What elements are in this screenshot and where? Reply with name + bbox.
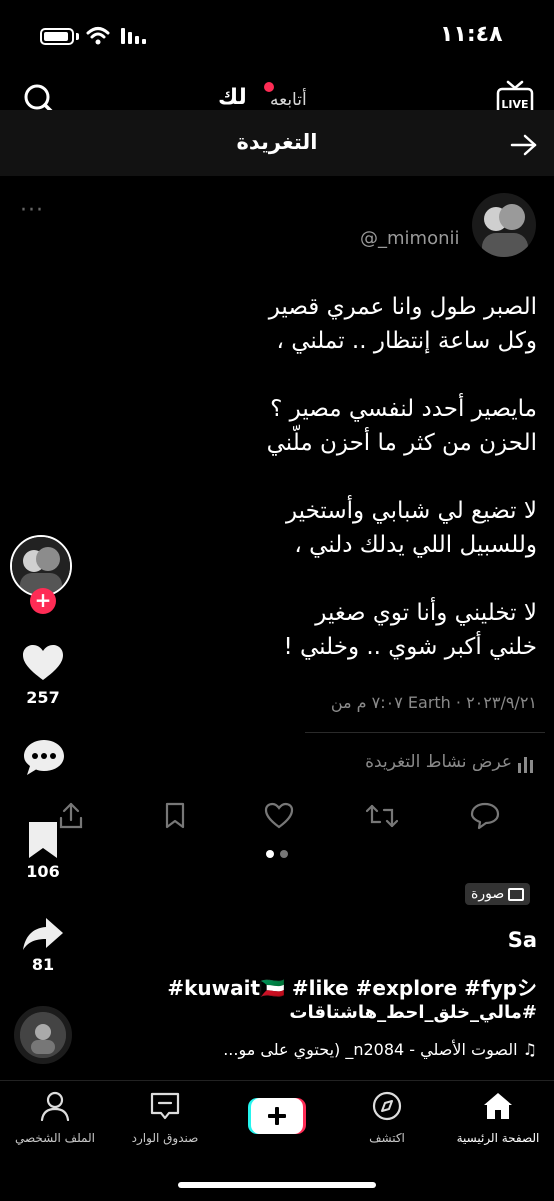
share-upload-icon[interactable] (58, 802, 84, 830)
tab-following[interactable]: أتابعه (270, 90, 307, 110)
hashtags-line-1[interactable]: #kuwait🇰🇼 #like #explore #fypシ (150, 972, 537, 1001)
inbox-icon (150, 1092, 180, 1120)
comment-icon[interactable] (22, 738, 66, 778)
tweet-text: الصبر طول وانا عمري قصير وكل ساعة إنتظار… (266, 294, 537, 660)
like-outline-icon[interactable] (264, 802, 294, 830)
home-indicator (178, 1182, 376, 1188)
favorite-bookmark-icon[interactable] (26, 820, 60, 860)
tab-inbox-label: صندوق الوارد (131, 1131, 199, 1145)
divider (305, 732, 545, 733)
follow-plus-icon[interactable]: + (30, 588, 56, 614)
signal-icon (121, 28, 146, 44)
post-author[interactable]: Sa (480, 928, 537, 952)
like-heart-icon[interactable] (22, 644, 64, 682)
carousel-dot-active (266, 850, 274, 858)
share-arrow-icon[interactable] (22, 916, 64, 952)
compass-icon (372, 1091, 402, 1121)
tweet-author-avatar[interactable] (472, 193, 536, 257)
wifi-icon (86, 27, 110, 45)
reply-icon[interactable] (470, 802, 500, 830)
shares-count: 81 (31, 955, 55, 974)
tab-for-you[interactable]: لك (218, 85, 247, 110)
battery-icon (40, 28, 74, 45)
likes-count: 257 (26, 688, 60, 707)
music-info[interactable]: ♫ الصوت الأصلي - n2084_ (يحتوي على مو... (140, 1040, 537, 1059)
create-post-button[interactable] (248, 1098, 306, 1134)
tab-profile-label: الملف الشخصي (15, 1131, 95, 1145)
view-tweet-activity[interactable]: عرض نشاط التغريدة (300, 752, 512, 772)
profile-icon (40, 1091, 70, 1122)
image-icon (508, 887, 525, 901)
battery-cap (76, 33, 79, 40)
tab-profile[interactable]: الملف الشخصي (0, 1091, 110, 1145)
status-time: ١١:٤٨ (440, 22, 503, 47)
tweet-username[interactable]: @_mimonii (360, 228, 460, 249)
tab-discover-label: اكتشف (369, 1131, 405, 1145)
tab-home[interactable]: الصفحة الرئيسية (443, 1091, 553, 1145)
more-options-icon[interactable]: ··· (20, 198, 44, 223)
notification-dot (264, 82, 274, 92)
tweet-page-title: التغريدة (236, 130, 318, 154)
arrow-right-icon[interactable] (510, 132, 538, 158)
activity-bars-icon (518, 757, 533, 773)
photo-badge: صورة (465, 883, 531, 905)
tweet-meta: ٧:٠٧ م من Earth · ٢٠٢٣/٩/٢١ (330, 693, 537, 712)
tab-inbox[interactable]: صندوق الوارد (110, 1091, 220, 1145)
home-icon (484, 1093, 512, 1119)
plus-icon (248, 1098, 306, 1134)
hashtags-line-2[interactable]: #مالي_خلق_احط_هاشتاقات (150, 1002, 537, 1023)
carousel-indicator (263, 843, 291, 862)
music-disc[interactable] (14, 1006, 72, 1064)
tab-home-label: الصفحة الرئيسية (456, 1131, 540, 1145)
tab-discover[interactable]: اكتشف (332, 1091, 442, 1145)
bookmark-icon[interactable] (163, 802, 187, 830)
carousel-dot (280, 850, 288, 858)
saves-count: 106 (26, 862, 60, 881)
retweet-icon[interactable] (366, 802, 398, 830)
photo-badge-label: صورة (471, 886, 505, 902)
